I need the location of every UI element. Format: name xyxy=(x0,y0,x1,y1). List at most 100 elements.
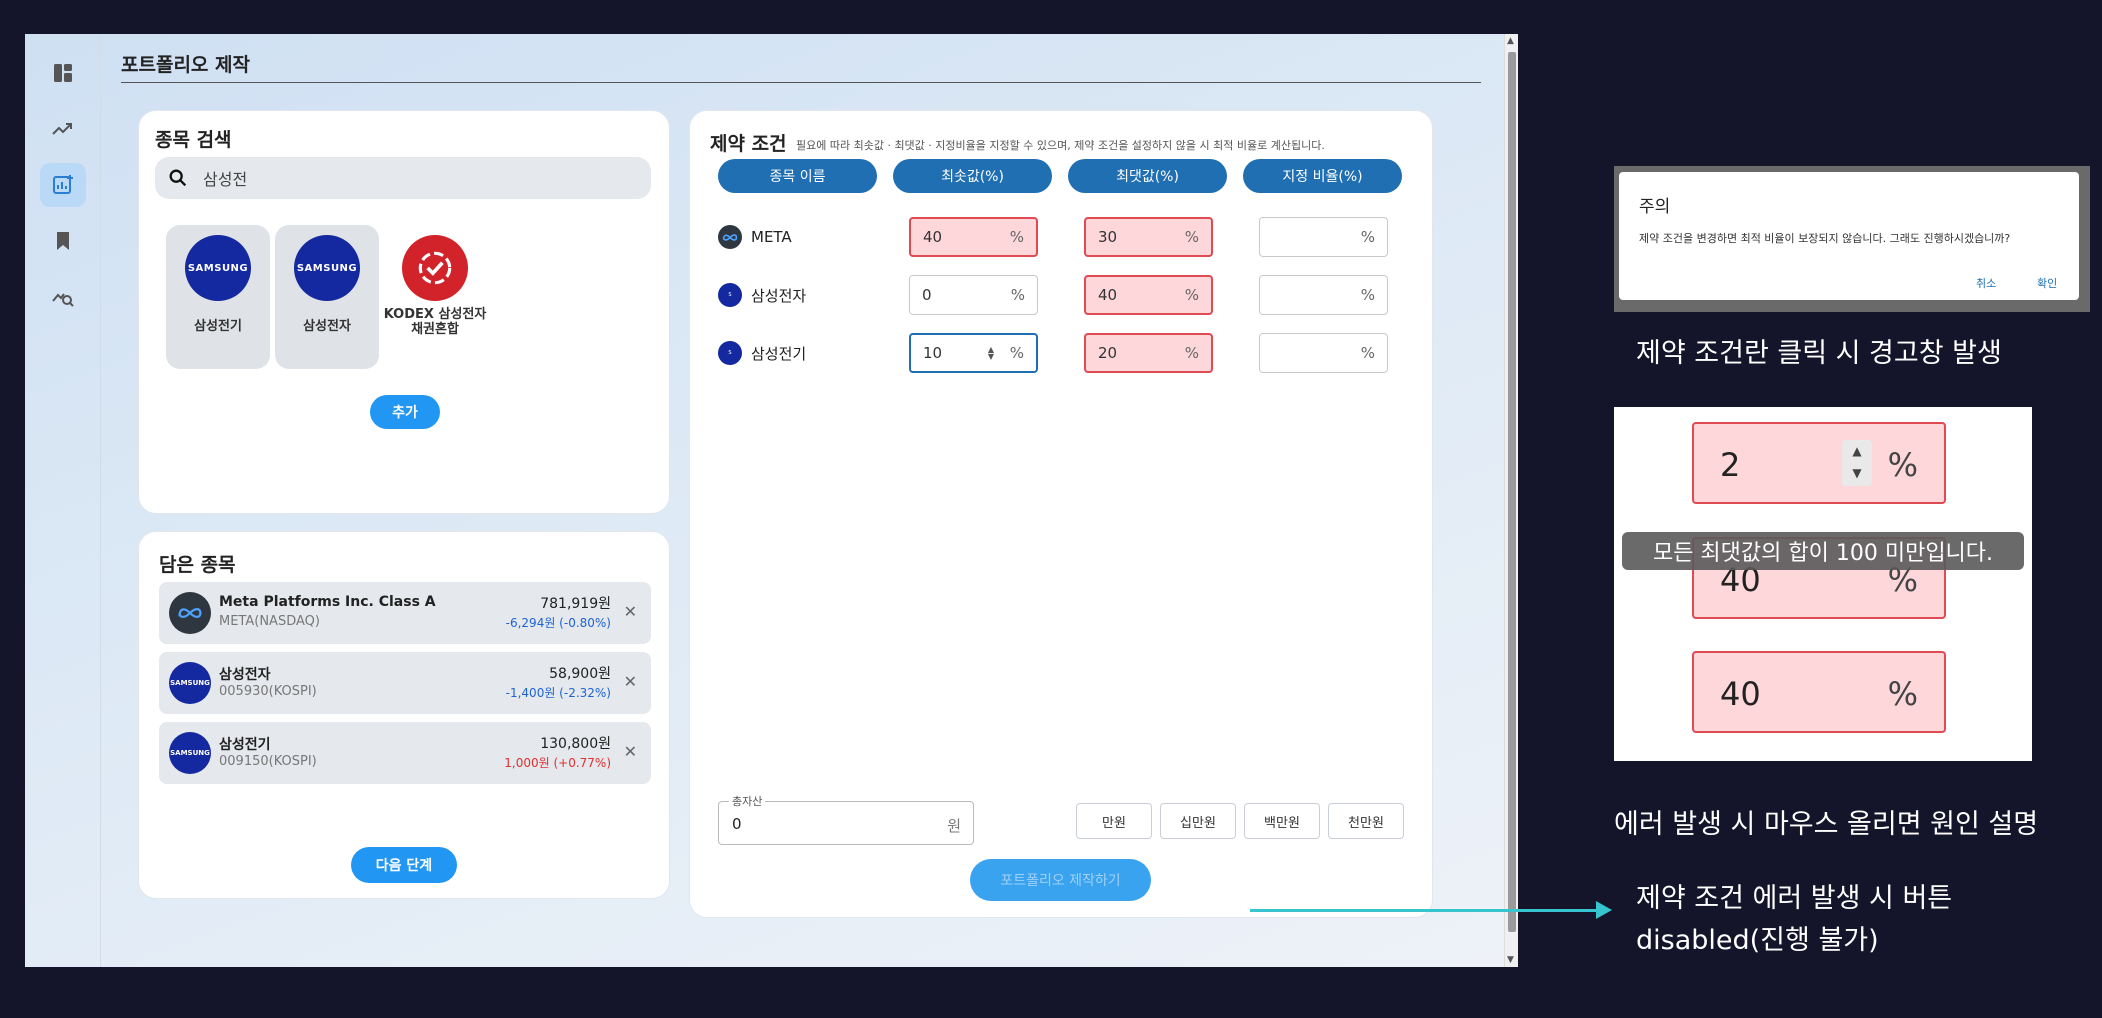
close-icon[interactable]: ✕ xyxy=(624,742,637,761)
arrow-head-icon xyxy=(1596,901,1612,919)
percent-label: % xyxy=(1360,286,1375,304)
stepper-icon[interactable]: ▲ ▼ xyxy=(988,346,994,361)
samsung-logo: S xyxy=(718,341,742,365)
close-icon[interactable]: ✕ xyxy=(624,602,637,621)
search-title: 종목 검색 xyxy=(155,129,232,151)
samsung-logo: SAMSUNG xyxy=(185,235,251,301)
fixed-input[interactable]: % xyxy=(1259,275,1388,315)
zoom-value: 40 xyxy=(1720,675,1761,713)
samsung-logo: SAMSUNG xyxy=(294,235,360,301)
total-asset-field[interactable]: 총자산 0 원 xyxy=(718,793,974,845)
bookmark-icon[interactable] xyxy=(40,219,86,263)
row-name: 삼성전기 xyxy=(751,344,807,363)
holding-name: 삼성전기 xyxy=(219,737,271,753)
row-stock: META xyxy=(718,225,792,249)
min-value: 40 xyxy=(923,228,943,246)
header-min: 최솟값(%) xyxy=(893,159,1052,193)
caption-tooltip: 에러 발생 시 마우스 올리면 원인 설명 xyxy=(1614,809,2039,840)
result-name: 삼성전기 xyxy=(194,319,242,334)
close-icon[interactable]: ✕ xyxy=(624,672,637,691)
constraints-card: 제약 조건 필요에 따라 최솟값 · 최댓값 · 지정비율을 지정할 수 있으며… xyxy=(689,110,1433,918)
stepper-icon[interactable]: ▲ ▼ xyxy=(1842,440,1872,486)
zoom-input[interactable]: 40 % xyxy=(1692,651,1946,733)
result-name: 삼성전자 xyxy=(303,319,351,334)
search-result[interactable]: KODEX 삼성전자 채권혼합 xyxy=(380,225,490,369)
warning-dialog: 주의 제약 조건을 변경하면 최적 비율이 보장되지 않습니다. 그래도 진행하… xyxy=(1619,172,2079,300)
search-result[interactable]: SAMSUNG 삼성전기 xyxy=(166,225,270,369)
samsung-logo: SAMSUNG xyxy=(169,732,211,774)
scrollbar[interactable]: ▲ ▼ xyxy=(1504,34,1518,967)
meta-logo xyxy=(718,225,742,249)
row-stock: S 삼성전기 xyxy=(718,341,806,365)
fixed-input[interactable]: % xyxy=(1259,333,1388,373)
annotation-arrow xyxy=(1250,909,1600,912)
unit-button-10m[interactable]: 천만원 xyxy=(1328,803,1404,839)
holding-ticker: 009150(KOSPI) xyxy=(219,754,317,769)
total-asset-value: 0 xyxy=(732,815,742,833)
next-step-button[interactable]: 다음 단계 xyxy=(351,847,457,883)
dialog-title: 주의 xyxy=(1639,197,1671,217)
add-button[interactable]: 추가 xyxy=(370,395,440,429)
row-name: META xyxy=(751,228,792,246)
percent-label: % xyxy=(1184,228,1199,246)
result-name: KODEX 삼성전자 채권혼합 xyxy=(383,307,487,337)
dialog-backdrop: 주의 제약 조건을 변경하면 최적 비율이 보장되지 않습니다. 그래도 진행하… xyxy=(1614,166,2090,312)
min-value: 0 xyxy=(922,286,932,304)
scroll-up-icon[interactable]: ▲ xyxy=(1507,36,1514,46)
holding-ticker: 005930(KOSPI) xyxy=(219,684,317,699)
percent-label: % xyxy=(1009,228,1024,246)
scroll-down-icon[interactable]: ▼ xyxy=(1507,955,1514,965)
holding-price: 58,900원 xyxy=(549,666,611,682)
min-value: 10 xyxy=(923,344,943,362)
percent-label: % xyxy=(1184,344,1199,362)
holding-name: 삼성전자 xyxy=(219,667,271,683)
search-result[interactable]: SAMSUNG 삼성전자 xyxy=(275,225,379,369)
header-stock-name: 종목 이름 xyxy=(718,159,877,193)
search-field[interactable] xyxy=(155,157,651,199)
kodex-logo xyxy=(402,235,468,301)
unit-button-100k[interactable]: 십만원 xyxy=(1160,803,1236,839)
holding-item: SAMSUNG 삼성전자 005930(KOSPI) 58,900원 -1,40… xyxy=(159,652,651,714)
max-input[interactable]: 20% xyxy=(1084,333,1213,373)
max-input[interactable]: 40% xyxy=(1084,275,1213,315)
total-asset-label: 총자산 xyxy=(729,793,766,809)
sidebar xyxy=(25,34,101,967)
dialog-body: 제약 조건을 변경하면 최적 비율이 보장되지 않습니다. 그래도 진행하시겠습… xyxy=(1639,232,2011,245)
min-input[interactable]: 40% xyxy=(909,217,1038,257)
percent-label: % xyxy=(1360,228,1375,246)
analysis-icon[interactable] xyxy=(40,275,86,319)
zoom-panel: 2 ▲ ▼ % 40 % 40 % 모든 최댓값의 합이 100 미만입니다. xyxy=(1614,407,2032,761)
percent-label: % xyxy=(1184,286,1199,304)
scroll-thumb[interactable] xyxy=(1508,52,1516,932)
min-input[interactable]: 0% xyxy=(909,275,1038,315)
min-input[interactable]: 10 ▲ ▼% xyxy=(909,333,1038,373)
row-stock: S 삼성전자 xyxy=(718,283,806,307)
dialog-cancel-button[interactable]: 취소 xyxy=(1976,275,1996,291)
search-input[interactable] xyxy=(203,168,623,188)
title-divider xyxy=(121,82,1481,83)
dashboard-icon[interactable] xyxy=(40,51,86,95)
dialog-confirm-button[interactable]: 확인 xyxy=(2037,275,2057,291)
constraints-title: 제약 조건 xyxy=(710,133,787,155)
constraints-note: 필요에 따라 최솟값 · 최댓값 · 지정비율을 지정할 수 있으며, 제약 조… xyxy=(796,139,1325,152)
trend-icon[interactable] xyxy=(40,107,86,151)
holdings-card: 담은 종목 Meta Platforms Inc. Class A META(N… xyxy=(138,531,670,899)
header-max: 최댓값(%) xyxy=(1068,159,1227,193)
percent-label: % xyxy=(1010,286,1025,304)
fixed-input[interactable]: % xyxy=(1259,217,1388,257)
holdings-title: 담은 종목 xyxy=(159,554,236,576)
holding-ticker: META(NASDAQ) xyxy=(219,614,320,629)
max-input[interactable]: 30% xyxy=(1084,217,1213,257)
zoom-value: 2 xyxy=(1720,446,1741,484)
unit-button-1m[interactable]: 백만원 xyxy=(1244,803,1320,839)
samsung-logo: SAMSUNG xyxy=(169,662,211,704)
make-portfolio-button[interactable]: 포트폴리오 제작하기 xyxy=(970,859,1151,901)
zoom-input[interactable]: 2 ▲ ▼ % xyxy=(1692,422,1946,504)
holding-change: -1,400원 (-2.32%) xyxy=(505,686,611,700)
holding-price: 130,800원 xyxy=(540,736,611,752)
unit-button-10k[interactable]: 만원 xyxy=(1076,803,1152,839)
portfolio-build-icon[interactable] xyxy=(40,163,86,207)
samsung-logo: S xyxy=(718,283,742,307)
currency-unit: 원 xyxy=(947,817,961,835)
holding-item: SAMSUNG 삼성전기 009150(KOSPI) 130,800원 1,00… xyxy=(159,722,651,784)
